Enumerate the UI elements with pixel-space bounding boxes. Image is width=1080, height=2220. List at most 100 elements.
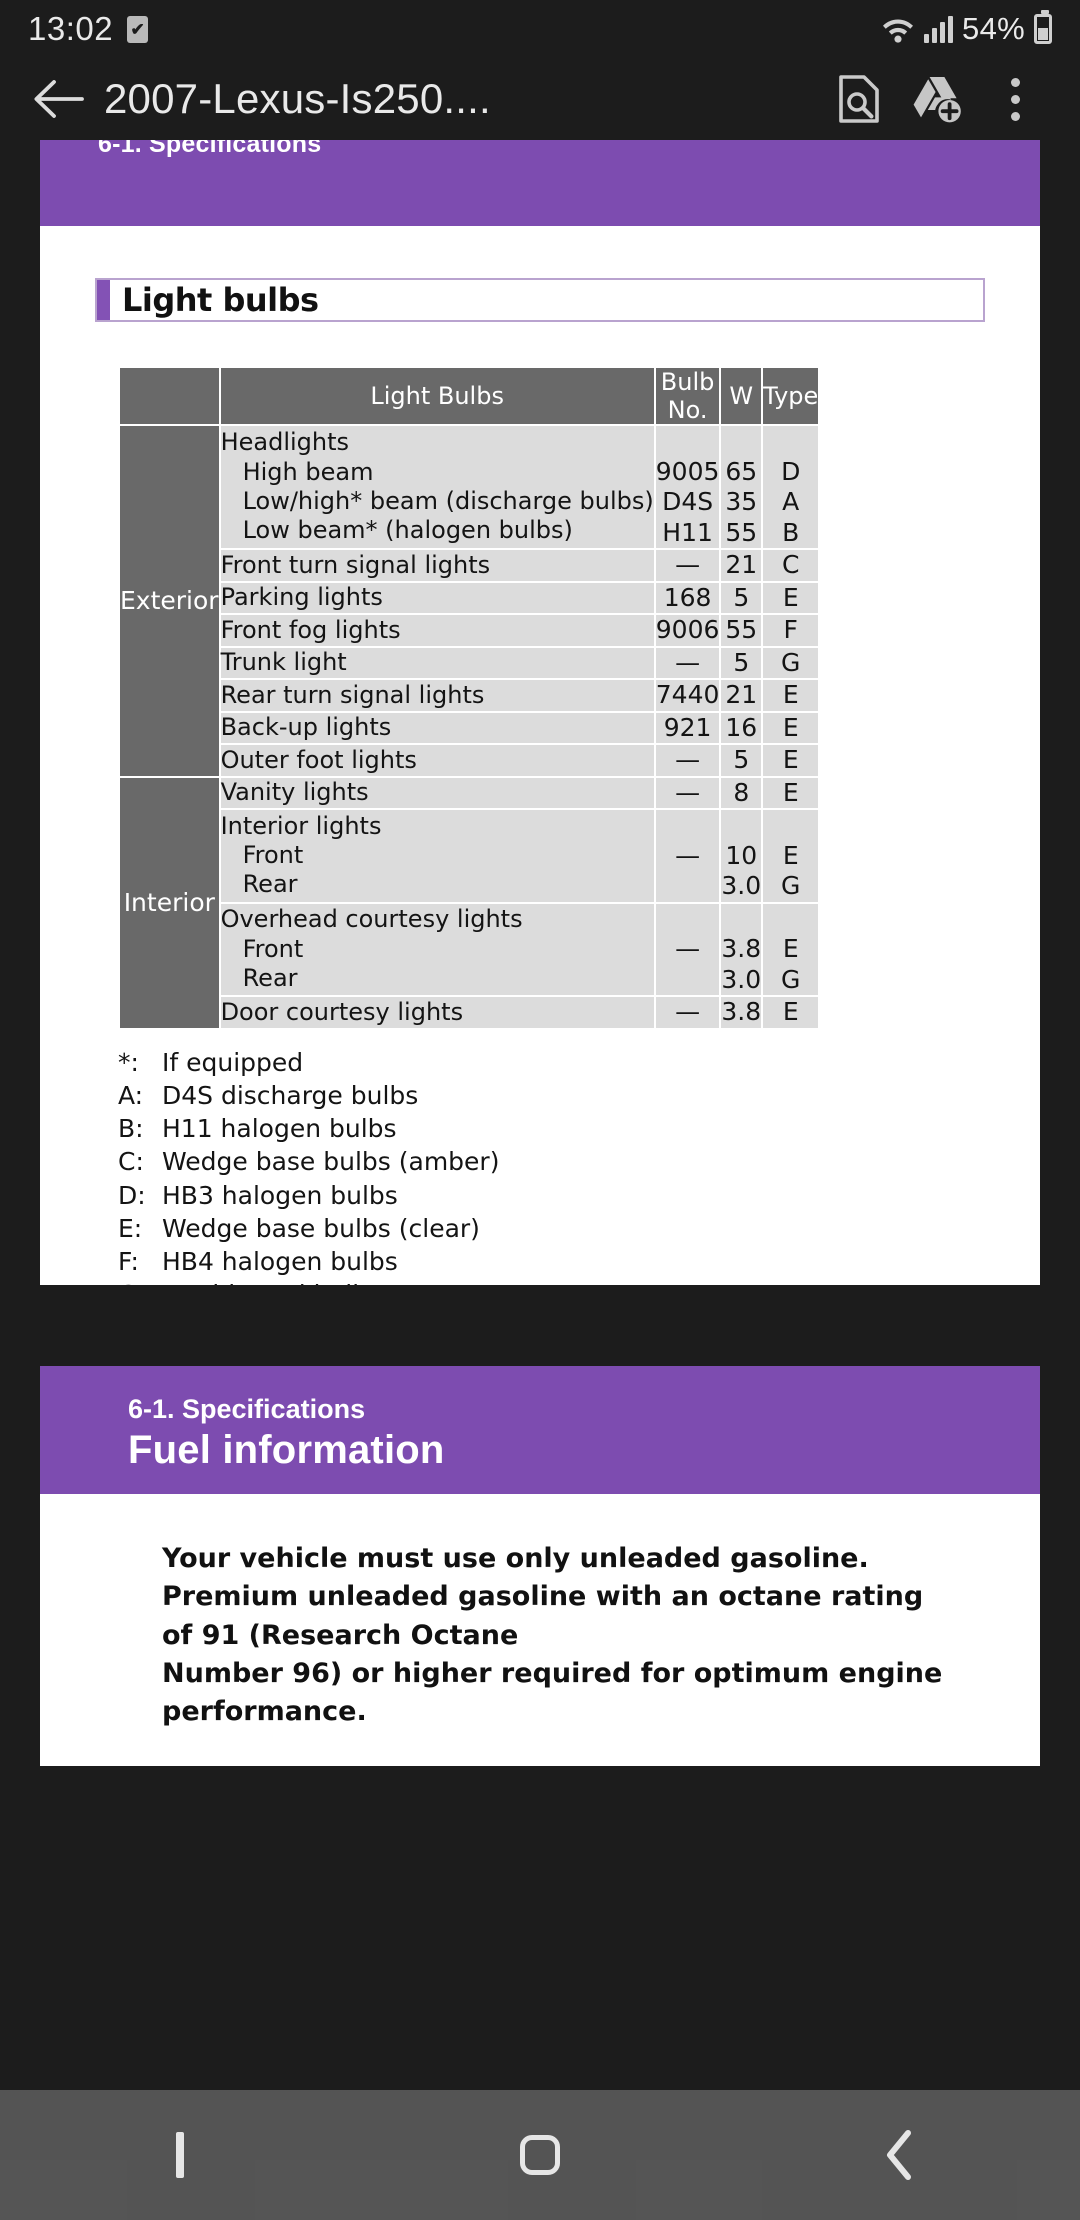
- document-title: 2007-Lexus-Is250....: [104, 75, 491, 122]
- fuel-text-line: Premium unleaded gasoline with an octane…: [162, 1581, 924, 1651]
- row-name-line: Rear: [242, 870, 298, 899]
- cell-line: 3.0: [721, 871, 762, 900]
- section-title: Light bulbs: [95, 278, 985, 322]
- legend-key: C:: [118, 1147, 144, 1177]
- row-w: 5: [719, 645, 764, 680]
- row-category-exterior: Exterior: [118, 424, 221, 778]
- cell-line: 55: [725, 517, 758, 547]
- cell-line: G: [781, 871, 801, 900]
- legend-key: *:: [118, 1047, 139, 1077]
- battery-percent-label: 54%: [962, 11, 1025, 46]
- row-type: C: [761, 548, 821, 583]
- row-type: . E G: [761, 901, 821, 997]
- row-w: 5: [719, 743, 764, 778]
- document-search-icon[interactable]: [820, 63, 898, 135]
- row-type: G: [761, 645, 821, 680]
- table-row: Parking lights 168 5 E: [119, 580, 821, 615]
- back-chevron-icon: [887, 2130, 911, 2180]
- status-bar-left: 13:02 ✔: [28, 10, 149, 48]
- row-name-line: Low/high* beam (discharge bulbs): [242, 487, 654, 515]
- cell-line: 10: [725, 840, 758, 870]
- section-title-label: Light bulbs: [122, 281, 319, 319]
- row-w: 16: [719, 710, 764, 745]
- row-category-interior: Interior: [118, 775, 221, 1030]
- row-bulb-no: —: [653, 775, 722, 810]
- col-header-bulb-no: Bulb No.: [653, 366, 722, 426]
- table-row: Interior Vanity lights — 8 E: [118, 775, 821, 1030]
- fuel-text-line: Your vehicle must use only unleaded gaso…: [162, 1543, 869, 1574]
- recents-icon: [176, 2132, 184, 2178]
- row-name: Back-up lights: [218, 710, 656, 745]
- legend-key: B:: [118, 1114, 144, 1143]
- table-row: Exterior Headlights High beam Low/high* …: [118, 424, 821, 778]
- cell-line: G: [781, 964, 801, 994]
- system-navigation-bar: [0, 2090, 1080, 2220]
- row-name: Parking lights: [218, 580, 656, 615]
- row-name: Headlights High beam Low/high* beam (dis…: [218, 424, 656, 550]
- row-name-line: Overhead courtesy lights: [220, 905, 523, 934]
- row-name: Interior lights Front Rear: [218, 808, 656, 904]
- cell-line: D: [781, 456, 801, 486]
- row-w: 21: [719, 548, 764, 583]
- legend-key: E:: [118, 1213, 143, 1243]
- row-w: 5: [719, 580, 764, 615]
- table-row: Trunk light — 5 G: [119, 645, 821, 680]
- back-button[interactable]: [830, 2105, 970, 2205]
- legend-text: D4S discharge bulbs: [162, 1080, 419, 1110]
- page-banner: 6-1. Specifications: [40, 140, 1040, 226]
- row-bulb-no: 7440: [653, 678, 722, 713]
- overflow-menu-icon[interactable]: [976, 63, 1054, 135]
- row-type: E: [761, 743, 821, 778]
- row-name: Front turn signal lights: [218, 548, 656, 583]
- legend-key: F:: [118, 1247, 139, 1276]
- pdf-page-fuel-information: 6-1. Specifications Fuel information You…: [40, 1366, 1040, 1766]
- legend-text: HB3 halogen bulbs: [162, 1180, 398, 1210]
- col-header-light-bulbs: Light Bulbs: [218, 366, 656, 426]
- row-type: E: [761, 995, 821, 1030]
- cell-line: 3.0: [721, 964, 762, 994]
- pdf-viewer[interactable]: 6-1. Specifications Light bulbs Light Bu…: [0, 140, 1080, 2220]
- back-arrow-icon[interactable]: [26, 67, 90, 131]
- row-name-line: Front: [242, 841, 304, 870]
- legend-text: If equipped: [162, 1047, 304, 1077]
- legend-text: H11 halogen bulbs: [162, 1114, 397, 1143]
- row-bulb-no: 168: [653, 580, 722, 615]
- legend-item: C: Wedge base bulbs (amber): [118, 1145, 1040, 1178]
- row-bulb-no: —: [653, 995, 722, 1030]
- row-name: Door courtesy lights: [218, 995, 656, 1030]
- row-type: E: [761, 580, 821, 615]
- status-clock: 13:02: [28, 10, 114, 47]
- status-bar: 13:02 ✔ 54%: [0, 0, 1080, 58]
- table-row: Overhead courtesy lights Front Rear — . …: [119, 901, 821, 997]
- table-row: Interior lights Front Rear — . 10 3.0 .: [119, 808, 821, 904]
- home-button[interactable]: [470, 2105, 610, 2205]
- table-body: Exterior Headlights High beam Low/high* …: [118, 424, 821, 1030]
- add-to-drive-icon[interactable]: [898, 63, 976, 135]
- cell-line: 65: [725, 456, 758, 486]
- row-name: Trunk light: [218, 645, 656, 680]
- row-bulb-no: —: [653, 645, 722, 680]
- row-type: E: [761, 775, 821, 810]
- banner-section-label: 6-1. Specifications: [98, 140, 322, 158]
- bulb-type-legend: *: If equipped A: D4S discharge bulbs B:…: [118, 1046, 1040, 1312]
- row-name: Vanity lights: [218, 775, 656, 810]
- legend-item: E: Wedge base bulbs (clear): [118, 1212, 1040, 1245]
- legend-key: A:: [118, 1080, 144, 1110]
- row-name-line: Low beam* (halogen bulbs): [242, 516, 573, 545]
- recents-button[interactable]: [110, 2105, 250, 2205]
- row-bulb-no: —: [653, 548, 722, 583]
- table-row: Back-up lights 921 16 E: [119, 710, 821, 745]
- legend-item: B: H11 halogen bulbs: [118, 1112, 1040, 1145]
- banner-title-label: Fuel information: [128, 1428, 445, 1472]
- cell-line: 35: [725, 487, 758, 516]
- row-name: Overhead courtesy lights Front Rear: [218, 901, 656, 997]
- home-icon: [520, 2135, 560, 2175]
- legend-item: *: If equipped: [118, 1046, 1040, 1079]
- table-row: Front turn signal lights — 21 C: [119, 548, 821, 583]
- row-name-line: Headlights: [220, 428, 350, 457]
- row-type: . E G: [761, 808, 821, 904]
- status-bar-right: 54%: [881, 10, 1052, 47]
- wifi-icon: [881, 14, 915, 44]
- row-name-line: Interior lights: [220, 811, 382, 840]
- row-name-line: Front: [242, 934, 304, 963]
